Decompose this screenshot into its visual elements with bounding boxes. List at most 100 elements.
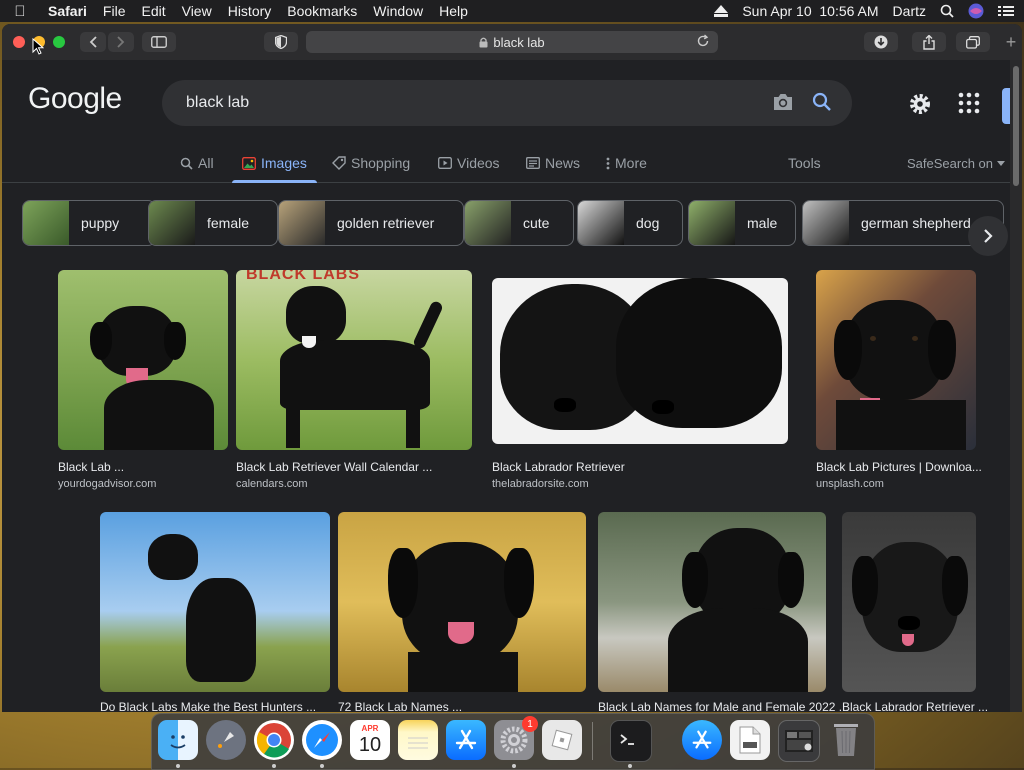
result-title[interactable]: Black Lab ...: [58, 460, 124, 474]
chip-male[interactable]: male: [688, 200, 796, 246]
google-logo[interactable]: Google: [28, 82, 122, 116]
chip-dog[interactable]: dog: [577, 200, 683, 246]
tab-shopping[interactable]: Shopping: [332, 144, 410, 182]
image-result-2[interactable]: BLACK LABS Black Lab Retriever Wall Cale…: [236, 270, 472, 496]
tab-all[interactable]: All: [180, 144, 214, 182]
clock-datetime[interactable]: Sun Apr 10 10:56 AM: [742, 3, 878, 19]
app-store-downloads-icon[interactable]: [682, 720, 722, 760]
result-image[interactable]: [100, 512, 330, 692]
settings-gear-icon[interactable]: [908, 92, 932, 116]
siri-icon[interactable]: [968, 3, 984, 19]
search-input[interactable]: [184, 93, 748, 113]
sidebar-icon: [151, 36, 167, 48]
page-scrollbar[interactable]: [1010, 60, 1022, 712]
result-title[interactable]: Black Lab Retriever Wall Calendar ...: [236, 460, 432, 474]
image-result-8[interactable]: Black Labrador Retriever ...: [842, 512, 988, 712]
chip-cute[interactable]: cute: [464, 200, 574, 246]
result-title[interactable]: Black Lab Names for Male and Female 2022…: [598, 700, 849, 712]
chip-thumbnail: [279, 201, 325, 245]
chip-golden-retriever[interactable]: golden retriever: [278, 200, 464, 246]
safesearch-toggle[interactable]: SafeSearch on: [907, 144, 1006, 182]
safari-icon[interactable]: [302, 720, 342, 760]
back-button[interactable]: [80, 32, 106, 52]
result-source[interactable]: calendars.com: [236, 478, 308, 490]
menu-help[interactable]: Help: [431, 3, 476, 19]
menu-bookmarks[interactable]: Bookmarks: [279, 3, 365, 19]
image-result-7[interactable]: Black Lab Names for Male and Female 2022…: [598, 512, 849, 712]
image-result-5[interactable]: Do Black Labs Make the Best Hunters ...: [100, 512, 330, 712]
menu-app-name[interactable]: Safari: [40, 3, 95, 19]
sign-in-button-edge[interactable]: [1002, 88, 1010, 124]
zoom-window-button[interactable]: [53, 36, 65, 48]
dog-illustration: [148, 534, 198, 580]
result-source[interactable]: unsplash.com: [816, 478, 884, 490]
chips-next-button[interactable]: [968, 216, 1008, 256]
image-icon: [242, 156, 256, 170]
chip-thumbnail: [689, 201, 735, 245]
apple-menu-icon[interactable]: : [0, 3, 40, 20]
result-title[interactable]: Black Lab Pictures | Downloa...: [816, 460, 982, 474]
roblox-icon[interactable]: [542, 720, 582, 760]
result-title[interactable]: Black Labrador Retriever ...: [842, 700, 988, 712]
result-image[interactable]: [816, 270, 976, 450]
notes-icon[interactable]: [398, 720, 438, 760]
image-result-4[interactable]: Black Lab Pictures | Downloa... unsplash…: [816, 270, 982, 496]
image-result-6[interactable]: 72 Black Lab Names ...: [338, 512, 586, 712]
search-tabs: All Images Shopping Videos News More: [2, 144, 1010, 183]
result-source[interactable]: yourdogadvisor.com: [58, 478, 156, 490]
result-image[interactable]: [58, 270, 228, 450]
google-apps-icon[interactable]: [958, 92, 980, 114]
close-window-button[interactable]: [13, 36, 25, 48]
downloads-button[interactable]: [864, 32, 898, 52]
result-title[interactable]: Do Black Labs Make the Best Hunters ...: [100, 700, 316, 712]
trash-icon[interactable]: [826, 720, 866, 760]
tab-images[interactable]: Images: [232, 144, 317, 183]
document-icon[interactable]: [730, 720, 770, 760]
tab-videos[interactable]: Videos: [438, 144, 500, 182]
spotlight-search-icon[interactable]: [940, 4, 954, 18]
address-bar[interactable]: black lab: [306, 31, 718, 53]
calendar-icon[interactable]: APR 10: [350, 720, 390, 760]
scrollbar-thumb[interactable]: [1013, 66, 1019, 186]
tab-overview-button[interactable]: [956, 32, 990, 52]
image-result-3[interactable]: Black Labrador Retriever thelabradorsite…: [492, 278, 788, 496]
result-image[interactable]: [842, 512, 976, 692]
tab-more[interactable]: More: [606, 144, 647, 182]
app-store-icon[interactable]: [446, 720, 486, 760]
new-tab-plus-icon[interactable]: +: [1002, 32, 1020, 52]
chip-female[interactable]: female: [148, 200, 278, 246]
share-button[interactable]: [912, 32, 946, 52]
result-image[interactable]: [598, 512, 826, 692]
user-name[interactable]: Dartz: [893, 3, 926, 19]
result-title[interactable]: 72 Black Lab Names ...: [338, 700, 462, 712]
camera-icon[interactable]: [772, 92, 794, 112]
privacy-report-button[interactable]: [264, 32, 298, 52]
forward-button[interactable]: [108, 32, 134, 52]
reload-icon[interactable]: [696, 34, 710, 48]
download-icon: [874, 35, 888, 49]
menu-window[interactable]: Window: [365, 3, 431, 19]
caret-down-icon: [997, 160, 1006, 166]
menu-file[interactable]: File: [95, 3, 134, 19]
terminal-icon[interactable]: [610, 720, 652, 762]
chip-puppy[interactable]: puppy: [22, 200, 156, 246]
result-image[interactable]: [492, 278, 788, 444]
sidebar-toggle-button[interactable]: [142, 32, 176, 52]
result-title[interactable]: Black Labrador Retriever: [492, 460, 625, 474]
finder-icon[interactable]: [158, 720, 198, 760]
eject-icon[interactable]: [714, 5, 729, 17]
result-image[interactable]: [338, 512, 586, 692]
tools-button[interactable]: Tools: [788, 144, 821, 182]
menu-history[interactable]: History: [220, 3, 280, 19]
launchpad-icon[interactable]: [206, 720, 246, 760]
image-result-1[interactable]: Black Lab ... yourdogadvisor.com: [58, 270, 228, 496]
search-icon[interactable]: [812, 92, 832, 112]
menu-edit[interactable]: Edit: [133, 3, 173, 19]
tab-news[interactable]: News: [526, 144, 580, 182]
control-center-icon[interactable]: [998, 5, 1014, 17]
menu-view[interactable]: View: [174, 3, 220, 19]
result-image[interactable]: BLACK LABS: [236, 270, 472, 450]
result-source[interactable]: thelabradorsite.com: [492, 478, 589, 490]
screenshot-thumbnail-icon[interactable]: [778, 720, 820, 762]
chrome-icon[interactable]: [254, 720, 294, 760]
